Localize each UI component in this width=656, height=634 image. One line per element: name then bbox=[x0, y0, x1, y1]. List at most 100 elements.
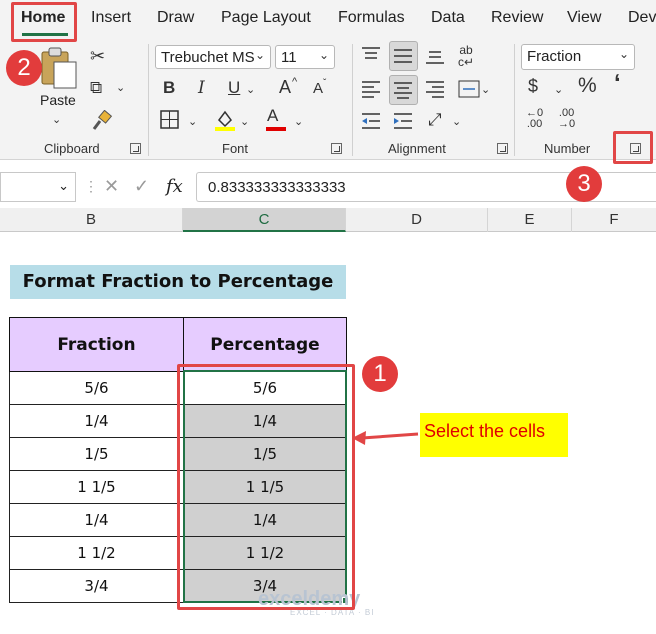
tab-view[interactable]: View bbox=[567, 9, 601, 27]
font-color-button[interactable]: A bbox=[267, 106, 278, 126]
top-align-icon[interactable] bbox=[361, 46, 381, 64]
decrease-decimal-icon[interactable]: .00 →0 bbox=[558, 108, 575, 130]
step-badge-1: 1 bbox=[362, 356, 398, 392]
paste-dropdown-icon[interactable]: ⌄ bbox=[52, 110, 61, 130]
orientation-dropdown-icon[interactable]: ⌄ bbox=[452, 112, 461, 132]
tab-page-layout[interactable]: Page Layout bbox=[221, 9, 311, 27]
step-badge-3: 3 bbox=[566, 166, 602, 202]
tab-developer[interactable]: Dev bbox=[628, 9, 656, 27]
insert-function-button[interactable]: fx bbox=[166, 176, 183, 197]
fraction-cell[interactable]: 1/5 bbox=[9, 437, 184, 471]
chevron-down-icon: ⌄ bbox=[318, 48, 329, 62]
tab-insert[interactable]: Insert bbox=[91, 9, 131, 27]
copy-icon[interactable]: ⧉ bbox=[90, 78, 102, 98]
number-group-label: Number bbox=[544, 141, 591, 156]
group-divider bbox=[352, 44, 353, 156]
bottom-align-icon[interactable] bbox=[425, 46, 445, 66]
fraction-cell[interactable]: 5/6 bbox=[9, 371, 184, 405]
highlight-percentage-cells bbox=[177, 364, 355, 610]
number-format-combo[interactable]: Fraction ⌄ bbox=[521, 44, 635, 70]
fill-color-dropdown-icon[interactable]: ⌄ bbox=[240, 112, 249, 132]
tab-data[interactable]: Data bbox=[431, 9, 465, 27]
merge-center-icon[interactable] bbox=[458, 80, 480, 98]
comma-button[interactable]: ʻ bbox=[614, 72, 621, 96]
wrap-text-icon[interactable]: ab c↵ bbox=[458, 44, 474, 68]
fraction-cell[interactable]: 1 1/2 bbox=[9, 536, 184, 570]
underline-button[interactable]: U bbox=[228, 78, 240, 98]
font-name-value: Trebuchet MS bbox=[161, 49, 255, 66]
fill-color-icon[interactable] bbox=[214, 108, 236, 132]
grow-caret-icon: ^ bbox=[292, 76, 298, 88]
column-header-c[interactable]: C bbox=[183, 208, 346, 232]
borders-icon[interactable] bbox=[160, 110, 180, 130]
column-headers: B C D E F bbox=[0, 208, 656, 232]
underline-dropdown-icon[interactable]: ⌄ bbox=[246, 80, 255, 100]
column-header-f[interactable]: F bbox=[572, 208, 656, 232]
tab-review[interactable]: Review bbox=[491, 9, 543, 27]
enter-icon[interactable]: ✓ bbox=[134, 176, 149, 197]
format-painter-icon[interactable] bbox=[91, 110, 113, 132]
fraction-cell[interactable]: 3/4 bbox=[9, 569, 184, 603]
italic-button[interactable]: I bbox=[198, 78, 205, 98]
currency-dropdown-icon[interactable]: ⌄ bbox=[554, 80, 563, 100]
chevron-down-icon[interactable]: ⌄ bbox=[58, 178, 69, 194]
highlight-number-launcher bbox=[613, 131, 653, 164]
drag-handle-icon[interactable]: ⋮ bbox=[84, 178, 98, 195]
highlight-home-tab bbox=[11, 2, 77, 42]
alignment-group-label: Alignment bbox=[388, 141, 446, 156]
formula-bar: ⌄ ⋮ ✕ ✓ fx 0.833333333333333 bbox=[0, 172, 656, 202]
chevron-down-icon: ⌄ bbox=[254, 48, 265, 62]
increase-decimal-icon[interactable]: ←0.00 bbox=[526, 108, 543, 130]
align-left-icon[interactable] bbox=[361, 80, 381, 98]
column-header-d[interactable]: D bbox=[346, 208, 488, 232]
fraction-cell[interactable]: 1/4 bbox=[9, 404, 184, 438]
font-name-combo[interactable]: Trebuchet MS ⌄ bbox=[155, 45, 271, 69]
callout-label: Select the cells bbox=[420, 413, 568, 457]
align-center-icon bbox=[394, 82, 412, 99]
percent-button[interactable]: % bbox=[578, 75, 597, 96]
group-divider bbox=[514, 44, 515, 156]
font-dialog-launcher-icon[interactable] bbox=[331, 143, 342, 154]
middle-align-icon bbox=[394, 49, 412, 63]
decrease-font-button[interactable]: A bbox=[313, 79, 323, 99]
font-group-label: Font bbox=[222, 141, 249, 156]
font-color-swatch bbox=[266, 127, 286, 131]
decrease-indent-icon[interactable] bbox=[361, 112, 381, 130]
tab-formulas[interactable]: Formulas bbox=[338, 9, 405, 27]
name-box[interactable]: ⌄ bbox=[0, 172, 76, 202]
cancel-icon[interactable]: ✕ bbox=[104, 176, 119, 197]
header-fraction[interactable]: Fraction bbox=[9, 317, 184, 372]
menu-bar: Home Insert Draw Page Layout Formulas Da… bbox=[0, 0, 656, 38]
alignment-dialog-launcher-icon[interactable] bbox=[497, 143, 508, 154]
step-badge-2: 2 bbox=[6, 50, 42, 86]
ribbon: Paste ⌄ ✂ ⧉ ⌄ Clipboard Trebuchet MS ⌄ 1… bbox=[0, 38, 656, 160]
bold-button[interactable]: B bbox=[163, 78, 175, 98]
align-right-icon[interactable] bbox=[425, 80, 445, 98]
tab-draw[interactable]: Draw bbox=[157, 9, 194, 27]
paste-button-label[interactable]: Paste bbox=[40, 92, 76, 108]
font-size-value: 11 bbox=[281, 49, 297, 66]
paste-icon[interactable] bbox=[38, 44, 80, 92]
fraction-cell[interactable]: 1 1/5 bbox=[9, 470, 184, 504]
arrow-icon bbox=[352, 431, 419, 445]
increase-font-button[interactable]: A bbox=[279, 77, 291, 97]
font-color-dropdown-icon[interactable]: ⌄ bbox=[294, 112, 303, 132]
number-format-value: Fraction bbox=[527, 48, 582, 65]
column-header-e[interactable]: E bbox=[488, 208, 572, 232]
orientation-icon[interactable]: ⤢ bbox=[428, 110, 442, 130]
sheet-title-cell[interactable]: Format Fraction to Percentage bbox=[10, 265, 346, 299]
clipboard-group-label: Clipboard bbox=[44, 141, 100, 156]
merge-dropdown-icon[interactable]: ⌄ bbox=[481, 80, 490, 100]
fraction-cell[interactable]: 1/4 bbox=[9, 503, 184, 537]
copy-dropdown-icon[interactable]: ⌄ bbox=[116, 78, 125, 98]
chevron-down-icon: ⌄ bbox=[618, 47, 629, 61]
cut-icon[interactable]: ✂ bbox=[90, 46, 105, 66]
clipboard-dialog-launcher-icon[interactable] bbox=[130, 143, 141, 154]
increase-indent-icon[interactable] bbox=[393, 112, 413, 130]
group-divider bbox=[148, 44, 149, 156]
currency-button[interactable]: $ bbox=[528, 76, 538, 96]
shrink-caret-icon: ˇ bbox=[323, 78, 327, 89]
column-header-b[interactable]: B bbox=[0, 208, 183, 232]
borders-dropdown-icon[interactable]: ⌄ bbox=[188, 112, 197, 132]
font-size-combo[interactable]: 11 ⌄ bbox=[275, 45, 335, 69]
